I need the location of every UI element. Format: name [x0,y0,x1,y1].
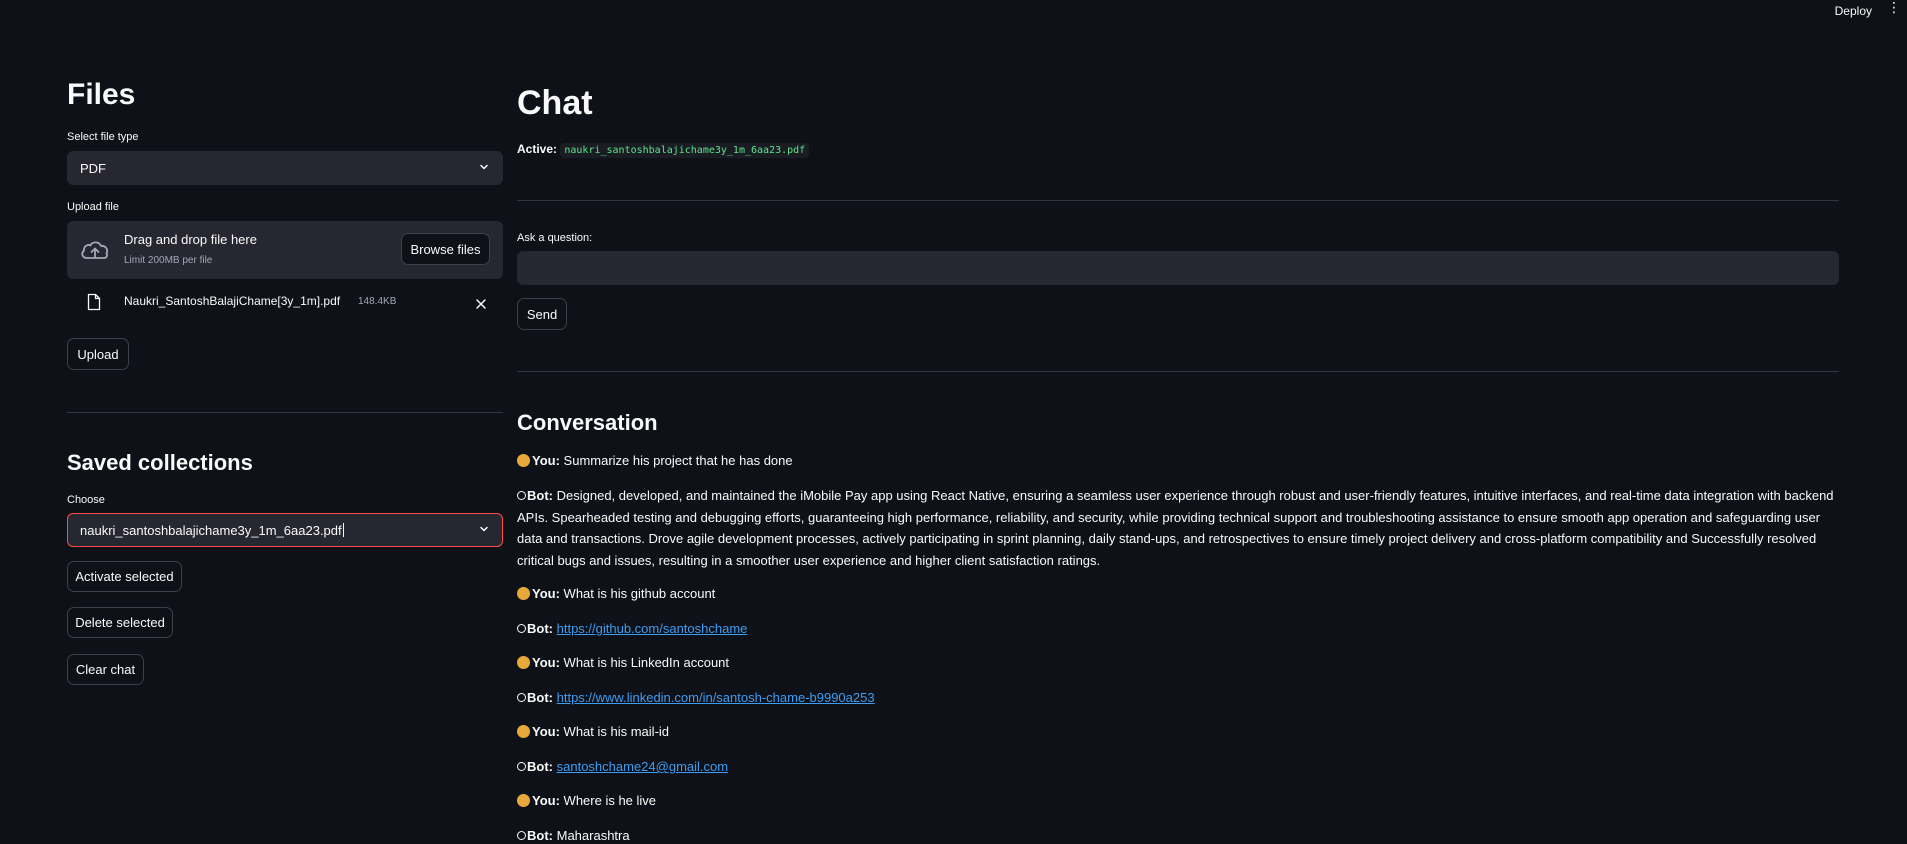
upload-file-label: Upload file [67,201,119,213]
chevron-down-icon [480,164,488,170]
chat-divider-bottom [517,371,1839,372]
bot-emoji-icon [517,693,526,702]
message-you: You: Summarize his project that he has d… [517,450,793,472]
uploaded-file-name: Naukri_SantoshBalajiChame[3y_1m].pdf [124,294,341,308]
chat-divider-top [517,200,1839,201]
bot-emoji-icon [517,624,526,633]
uploaded-file-size: 148.4KB [358,296,397,307]
activate-selected-button[interactable]: Activate selected [67,561,182,592]
message-bot: Bot: Designed, developed, and maintained… [517,488,1834,568]
collections-title: Saved collections [67,450,253,475]
active-collection-code: naukri_santoshbalajichame3y_1m_6aa23.pdf [560,143,810,158]
question-label: Ask a question: [517,232,593,244]
top-bar: Deploy ⋮ [0,0,1907,20]
message-you: You: What is his LinkedIn account [517,652,729,674]
files-title: Files [67,78,136,111]
file-icon [87,293,101,311]
file-type-label: Select file type [67,131,139,143]
question-input[interactable] [517,251,1839,285]
cloud-upload-icon [81,241,109,259]
message-bot: Bot: https://www.linkedin.com/in/santosh… [517,687,875,709]
message-you: You: What is his mail-id [517,721,669,743]
message-bot: Bot: https://github.com/santoshchame [517,618,747,640]
user-emoji-icon [517,725,530,738]
active-label: Active: [517,142,558,156]
clear-chat-button[interactable]: Clear chat [67,654,144,685]
delete-selected-button[interactable]: Delete selected [67,607,173,638]
left-divider [67,412,503,413]
dropzone-limit: Limit 200MB per file [124,255,213,266]
message-bot: Bot: Maharashtra [517,825,630,844]
file-type-select[interactable]: PDF [67,151,503,185]
chevron-down-icon [480,526,488,532]
user-emoji-icon [517,454,530,467]
active-collection: Active: naukri_santoshbalajichame3y_1m_6… [517,142,810,158]
collection-select-value: naukri_santoshbalajichame3y_1m_6aa23.pdf [80,522,342,538]
browse-files-button[interactable]: Browse files [401,233,490,265]
conversation-title: Conversation [517,410,658,435]
choose-label: Choose [67,494,105,506]
bot-emoji-icon [517,762,526,771]
message-you: You: Where is he live [517,790,656,812]
upload-button[interactable]: Upload [67,338,129,370]
bot-emoji-icon [517,491,526,500]
kebab-menu-icon[interactable]: ⋮ [1887,0,1901,14]
user-emoji-icon [517,587,530,600]
github-link[interactable]: https://github.com/santoshchame [557,621,748,636]
deploy-button[interactable]: Deploy [1835,4,1872,18]
text-cursor [342,523,344,537]
close-icon[interactable] [475,298,487,310]
user-emoji-icon [517,656,530,669]
message-bot: Bot: santoshchame24@gmail.com [517,756,728,778]
bot-emoji-icon [517,831,526,840]
file-dropzone[interactable]: Drag and drop file here Limit 200MB per … [67,221,503,279]
linkedin-link[interactable]: https://www.linkedin.com/in/santosh-cham… [557,690,875,705]
email-link[interactable]: santoshchame24@gmail.com [557,759,728,774]
chat-title: Chat [517,84,593,122]
collection-select[interactable]: naukri_santoshbalajichame3y_1m_6aa23.pdf [67,513,503,547]
send-button[interactable]: Send [517,298,567,330]
message-you: You: What is his github account [517,583,715,605]
file-type-value: PDF [80,160,106,176]
dropzone-title: Drag and drop file here [124,232,257,247]
user-emoji-icon [517,794,530,807]
